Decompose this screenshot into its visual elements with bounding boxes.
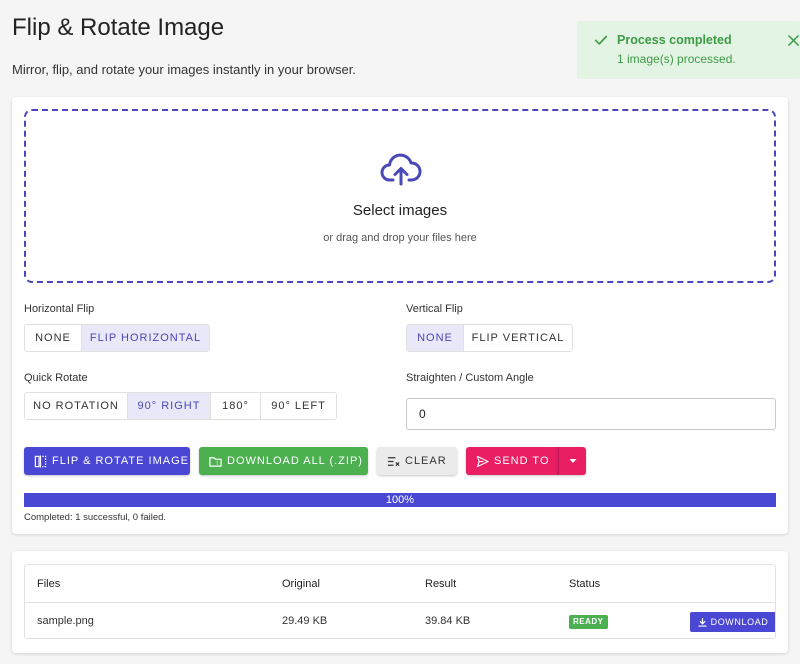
cloud-upload-icon xyxy=(380,153,422,186)
close-icon[interactable] xyxy=(787,34,800,47)
hflip-none-option[interactable]: None xyxy=(25,325,82,351)
page-title: Flip & Rotate Image xyxy=(12,14,225,41)
flip-icon xyxy=(34,454,47,468)
clear-button[interactable]: Clear xyxy=(377,447,457,475)
tool-card: Select images or drag and drop your file… xyxy=(12,97,788,534)
download-icon xyxy=(697,617,707,627)
vflip-none-option[interactable]: None xyxy=(407,325,464,351)
original-size-cell: 29.49 KB xyxy=(282,615,328,627)
files-table: Files Original Result Status sample.png … xyxy=(24,564,776,639)
flip-rotate-button-label: Flip & Rotate Image xyxy=(52,455,189,467)
column-header-status: Status xyxy=(569,578,601,590)
vertical-flip-toggle: None Flip Vertical xyxy=(406,324,573,352)
progress-bar: 100% xyxy=(24,493,776,507)
dropzone-title: Select images xyxy=(352,202,448,219)
progress-summary: Completed: 1 successful, 0 failed. xyxy=(24,512,167,523)
horizontal-flip-toggle: None Flip Horizontal xyxy=(24,324,210,352)
clear-button-label: Clear xyxy=(405,455,447,467)
rotate-180-option[interactable]: 180° xyxy=(211,393,261,419)
download-all-button[interactable]: Download All (.zip) xyxy=(199,447,368,475)
column-header-original: Original xyxy=(282,578,320,590)
folder-zip-icon xyxy=(209,456,222,467)
vflip-vertical-option[interactable]: Flip Vertical xyxy=(464,325,572,351)
send-to-button[interactable]: Send To xyxy=(466,447,558,475)
toast-title: Process completed xyxy=(617,33,732,47)
rotate-none-option[interactable]: No Rotation xyxy=(25,393,128,419)
column-header-files: Files xyxy=(37,578,61,590)
file-name-cell: sample.png xyxy=(37,615,94,627)
files-card: Files Original Result Status sample.png … xyxy=(12,551,788,653)
hflip-horizontal-option[interactable]: Flip Horizontal xyxy=(82,325,209,351)
toast-message: 1 image(s) processed. xyxy=(617,52,736,66)
download-file-button[interactable]: Download xyxy=(690,612,775,632)
table-header: Files Original Result Status xyxy=(25,565,775,603)
flip-rotate-button[interactable]: Flip & Rotate Image xyxy=(24,447,190,475)
success-toast: Process completed 1 image(s) processed. xyxy=(577,21,800,79)
progress-percent: 100% xyxy=(385,494,415,506)
column-header-result: Result xyxy=(425,578,457,590)
file-dropzone[interactable]: Select images or drag and drop your file… xyxy=(24,109,776,283)
status-badge: READY xyxy=(569,615,608,629)
send-to-dropdown-button[interactable] xyxy=(558,447,586,475)
custom-angle-input[interactable] xyxy=(406,398,776,430)
page-subtitle: Mirror, flip, and rotate your images ins… xyxy=(12,62,356,77)
custom-angle-label: Straighten / Custom Angle xyxy=(406,372,534,384)
vertical-flip-label: Vertical Flip xyxy=(406,303,463,315)
quick-rotate-label: Quick Rotate xyxy=(24,372,88,384)
table-row: sample.png 29.49 KB 39.84 KB READY Downl… xyxy=(25,603,775,638)
quick-rotate-toggle: No Rotation 90° Right 180° 90° Left xyxy=(24,392,337,420)
rotate-90-right-option[interactable]: 90° Right xyxy=(128,393,211,419)
rotate-90-left-option[interactable]: 90° Left xyxy=(261,393,336,419)
horizontal-flip-label: Horizontal Flip xyxy=(24,303,95,315)
check-icon xyxy=(594,35,608,45)
clear-list-icon xyxy=(387,456,400,466)
result-size-cell: 39.84 KB xyxy=(425,615,471,627)
send-icon xyxy=(476,455,489,467)
download-file-button-label: Download xyxy=(710,617,769,627)
caret-down-icon xyxy=(569,459,576,463)
send-to-button-label: Send To xyxy=(494,455,550,467)
download-all-button-label: Download All (.zip) xyxy=(227,455,363,467)
dropzone-subtitle: or drag and drop your files here xyxy=(323,232,477,244)
